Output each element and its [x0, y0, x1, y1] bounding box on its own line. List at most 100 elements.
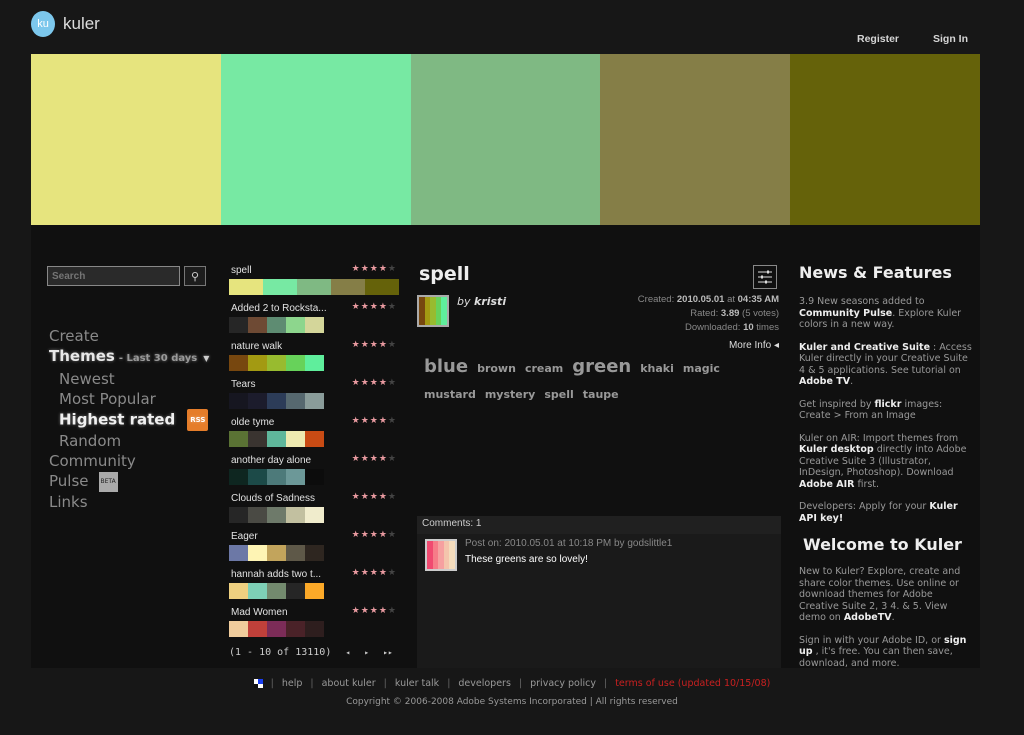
- star-icon[interactable]: ★: [361, 530, 370, 540]
- last-page-icon[interactable]: ▸▸: [383, 648, 393, 657]
- rating-stars[interactable]: ★★★★★: [352, 530, 397, 540]
- rating-stars[interactable]: ★★★★★: [352, 264, 397, 274]
- star-icon[interactable]: ★: [352, 568, 361, 578]
- rss-icon[interactable]: RSS: [187, 409, 209, 431]
- news-link[interactable]: Adobe AIR: [799, 479, 854, 490]
- star-icon[interactable]: ★: [352, 454, 361, 464]
- next-page-icon[interactable]: ▸: [364, 648, 369, 657]
- kuler-logo[interactable]: ku kuler: [31, 11, 100, 37]
- hero-swatch[interactable]: [790, 54, 980, 225]
- star-icon[interactable]: ★: [361, 454, 370, 464]
- news-link[interactable]: Adobe TV: [799, 376, 850, 387]
- tag-link[interactable]: cream: [525, 357, 563, 381]
- theme-name[interactable]: nature walk: [231, 341, 282, 352]
- star-icon[interactable]: ★: [379, 264, 388, 274]
- theme-list-item[interactable]: spell ★★★★★: [229, 263, 399, 301]
- theme-swatches[interactable]: [229, 393, 324, 409]
- star-icon[interactable]: ★: [370, 264, 379, 274]
- star-icon[interactable]: ★: [388, 378, 397, 388]
- theme-list-item[interactable]: another day alone ★★★★★: [229, 453, 399, 491]
- star-icon[interactable]: ★: [379, 454, 388, 464]
- theme-name[interactable]: olde tyme: [231, 417, 274, 428]
- theme-swatches[interactable]: [229, 507, 324, 523]
- star-icon[interactable]: ★: [379, 606, 388, 616]
- theme-name[interactable]: another day alone: [231, 455, 311, 466]
- rating-stars[interactable]: ★★★★★: [352, 340, 397, 350]
- edit-theme-button[interactable]: [753, 265, 777, 289]
- rating-stars[interactable]: ★★★★★: [352, 568, 397, 578]
- nav-community[interactable]: Community: [49, 451, 209, 471]
- star-icon[interactable]: ★: [370, 302, 379, 312]
- star-icon[interactable]: ★: [379, 568, 388, 578]
- tag-link[interactable]: khaki: [640, 357, 674, 381]
- rating-stars[interactable]: ★★★★★: [352, 416, 397, 426]
- theme-name[interactable]: Added 2 to Rocksta...: [231, 303, 327, 314]
- star-icon[interactable]: ★: [379, 340, 388, 350]
- star-icon[interactable]: ★: [352, 530, 361, 540]
- theme-swatches[interactable]: [229, 545, 324, 561]
- star-icon[interactable]: ★: [388, 530, 397, 540]
- star-icon[interactable]: ★: [352, 264, 361, 274]
- news-link[interactable]: AdobeTV: [844, 612, 892, 623]
- tag-link[interactable]: mustard: [424, 383, 476, 407]
- star-icon[interactable]: ★: [388, 416, 397, 426]
- more-info-toggle[interactable]: More Info ◂: [729, 340, 779, 351]
- theme-swatches[interactable]: [229, 583, 324, 599]
- sign-in-link[interactable]: Sign In: [933, 33, 968, 45]
- hero-swatch[interactable]: [410, 54, 601, 225]
- footer-link-help[interactable]: help: [282, 678, 303, 689]
- theme-name[interactable]: spell: [231, 265, 252, 276]
- star-icon[interactable]: ★: [379, 302, 388, 312]
- nav-highest-rated[interactable]: Highest rated RSS: [59, 409, 209, 431]
- star-icon[interactable]: ★: [361, 340, 370, 350]
- footer-link-kuler-talk[interactable]: kuler talk: [395, 678, 439, 689]
- star-icon[interactable]: ★: [370, 416, 379, 426]
- theme-swatches[interactable]: [229, 431, 324, 447]
- star-icon[interactable]: ★: [388, 340, 397, 350]
- theme-list-item[interactable]: Eager ★★★★★: [229, 529, 399, 567]
- hero-swatch[interactable]: [220, 54, 411, 225]
- star-icon[interactable]: ★: [379, 530, 388, 540]
- star-icon[interactable]: ★: [361, 492, 370, 502]
- news-link[interactable]: flickr: [875, 399, 902, 410]
- theme-list-item[interactable]: olde tyme ★★★★★: [229, 415, 399, 453]
- nav-pulse[interactable]: Pulse BETA: [49, 471, 209, 492]
- star-icon[interactable]: ★: [388, 302, 397, 312]
- footer-link-terms-of-use[interactable]: terms of use (updated 10/15/08): [615, 678, 770, 689]
- theme-swatches[interactable]: [229, 621, 324, 637]
- tag-link[interactable]: magic: [683, 357, 720, 381]
- nav-themes[interactable]: Themes - Last 30 days ▼: [49, 346, 209, 369]
- tag-link[interactable]: taupe: [583, 383, 619, 407]
- register-link[interactable]: Register: [857, 33, 899, 45]
- rating-stars[interactable]: ★★★★★: [352, 492, 397, 502]
- star-icon[interactable]: ★: [379, 492, 388, 502]
- star-icon[interactable]: ★: [361, 416, 370, 426]
- hero-swatch[interactable]: [600, 54, 791, 225]
- star-icon[interactable]: ★: [379, 378, 388, 388]
- theme-name[interactable]: Eager: [231, 531, 258, 542]
- theme-name[interactable]: hannah adds two t...: [231, 569, 321, 580]
- star-icon[interactable]: ★: [361, 568, 370, 578]
- nav-links[interactable]: Links: [49, 492, 209, 512]
- theme-name[interactable]: Tears: [231, 379, 255, 390]
- star-icon[interactable]: ★: [388, 492, 397, 502]
- hero-swatch[interactable]: [31, 54, 221, 225]
- star-icon[interactable]: ★: [370, 378, 379, 388]
- theme-swatches[interactable]: [229, 317, 324, 333]
- star-icon[interactable]: ★: [352, 606, 361, 616]
- chevron-down-icon[interactable]: ▼: [203, 354, 209, 363]
- tag-link[interactable]: brown: [477, 357, 516, 381]
- prev-page-icon[interactable]: ◂: [345, 648, 350, 657]
- theme-list-item[interactable]: Clouds of Sadness ★★★★★: [229, 491, 399, 529]
- nav-create[interactable]: Create: [49, 326, 209, 346]
- star-icon[interactable]: ★: [361, 378, 370, 388]
- star-icon[interactable]: ★: [379, 416, 388, 426]
- search-input[interactable]: [47, 266, 180, 286]
- theme-list-item[interactable]: nature walk ★★★★★: [229, 339, 399, 377]
- footer-link-about-kuler[interactable]: about kuler: [322, 678, 376, 689]
- star-icon[interactable]: ★: [352, 340, 361, 350]
- theme-list-item[interactable]: Tears ★★★★★: [229, 377, 399, 415]
- author-link[interactable]: kristi: [474, 295, 506, 308]
- star-icon[interactable]: ★: [388, 454, 397, 464]
- theme-name[interactable]: Clouds of Sadness: [231, 493, 315, 504]
